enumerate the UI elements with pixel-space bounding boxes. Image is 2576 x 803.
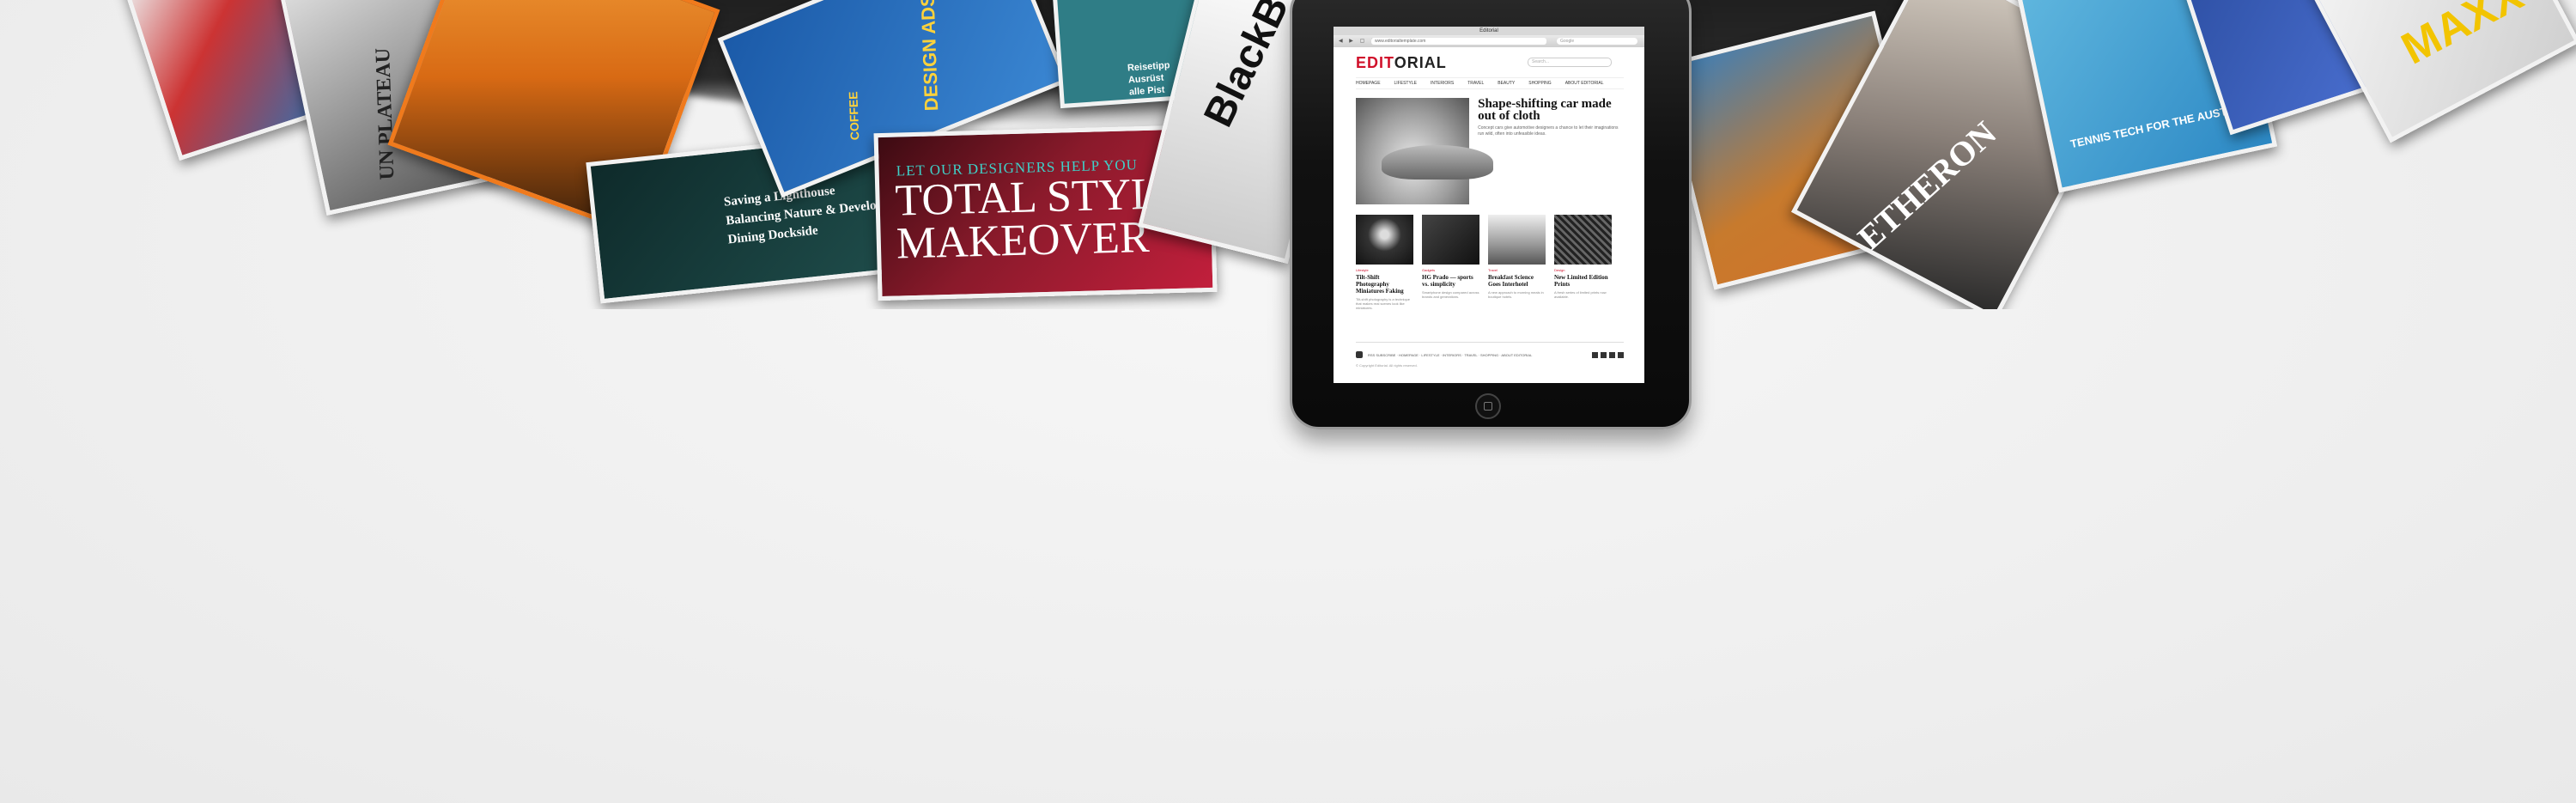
article-card[interactable]: Design New Limited Edition Prints A fres…: [1554, 215, 1612, 314]
page: { "magazines": { "plateau_line1": "UN PL…: [0, 0, 2576, 803]
tablet-screen: Editorial ◀ ▶ ▢ ↻ www.editorialtemplate.…: [1334, 27, 1644, 383]
magazine-text: MAXX: [2393, 0, 2531, 75]
article-title[interactable]: Tilt-Shift Photography Miniatures Faking: [1356, 274, 1413, 295]
article-image[interactable]: [1422, 215, 1479, 265]
magazine-text: BlackB: [1195, 0, 1298, 134]
article-image[interactable]: [1554, 215, 1612, 265]
featured-text: Shape-shifting car made out of cloth Con…: [1478, 98, 1624, 204]
article-card[interactable]: Lifestyle Tilt-Shift Photography Miniatu…: [1356, 215, 1413, 314]
magazine-text: ETHERON: [1850, 113, 2004, 258]
article-category: Gadgets: [1422, 268, 1436, 272]
article-category: Travel: [1488, 268, 1498, 272]
logo-accent: EDIT: [1356, 54, 1394, 71]
magazine-text: COFFEE: [846, 91, 862, 141]
featured-article: Shape-shifting car made out of cloth Con…: [1356, 98, 1624, 204]
magazine-text: Reisetipp: [1127, 60, 1170, 74]
browser-search-field[interactable]: Google: [1557, 38, 1637, 45]
article-excerpt: A fresh series of limited prints now ava…: [1554, 290, 1607, 299]
logo-rest: ORIAL: [1394, 54, 1447, 71]
facebook-icon[interactable]: [1592, 351, 1598, 358]
magazine-fan: UN PLATEAU Saving a Lighthouse Balancing…: [0, 0, 2576, 309]
home-button-icon[interactable]: [1475, 393, 1501, 419]
article-image[interactable]: [1356, 215, 1413, 265]
menu-item[interactable]: Homepage: [1356, 81, 1381, 86]
email-icon[interactable]: [1618, 351, 1624, 358]
article-card[interactable]: Travel Breakfast Science Goes Interhotel…: [1488, 215, 1546, 314]
url-field[interactable]: www.editorialtemplate.com: [1371, 38, 1546, 45]
menu-item[interactable]: Shopping: [1528, 81, 1551, 86]
article-excerpt: A new approach to morning meals in bouti…: [1488, 290, 1544, 299]
flickr-icon[interactable]: [1609, 351, 1615, 358]
article-grid: Lifestyle Tilt-Shift Photography Miniatu…: [1356, 215, 1624, 314]
browser-bar: ◀ ▶ ▢ ↻ www.editorialtemplate.com Google: [1334, 35, 1644, 47]
twitter-icon[interactable]: [1601, 351, 1607, 358]
footer-links[interactable]: RSS Subscribe · Homepage · Lifestyle · I…: [1368, 353, 1532, 357]
featured-title[interactable]: Shape-shifting car made out of cloth: [1478, 98, 1624, 123]
article-title[interactable]: New Limited Edition Prints: [1554, 274, 1612, 288]
featured-excerpt: Concept cars give automotive designers a…: [1478, 125, 1619, 137]
magazine-text: DESIGN ADS: [916, 0, 943, 112]
article-category: Lifestyle: [1356, 268, 1369, 272]
magazine-text: UN PLATEAU: [372, 47, 399, 180]
menu-item[interactable]: Interiors: [1431, 81, 1454, 86]
article-card[interactable]: Gadgets HG Prado — sports vs. simplicity…: [1422, 215, 1479, 314]
article-excerpt: Smartphone design compared across brands…: [1422, 290, 1479, 299]
article-category: Design: [1554, 268, 1565, 272]
status-bar: Editorial: [1334, 27, 1644, 35]
tablet-device: Editorial ◀ ▶ ▢ ↻ www.editorialtemplate.…: [1290, 0, 1692, 429]
site-menu: Homepage Lifestyle Interiors Travel Beau…: [1356, 77, 1624, 89]
copyright: © Copyright Editorial. All rights reserv…: [1356, 363, 1418, 368]
menu-item[interactable]: Travel: [1467, 81, 1484, 86]
social-icons: [1592, 351, 1624, 358]
article-title[interactable]: Breakfast Science Goes Interhotel: [1488, 274, 1546, 288]
site-search-input[interactable]: Search...: [1528, 58, 1612, 67]
website: EDITORIAL Search... Homepage Lifestyle I…: [1334, 47, 1644, 368]
menu-item[interactable]: Beauty: [1498, 81, 1515, 86]
rss-icon[interactable]: [1356, 351, 1363, 358]
magazine-text: Ausrüst: [1127, 72, 1164, 86]
magazine-text: alle Pist: [1128, 84, 1165, 98]
article-title[interactable]: HG Prado — sports vs. simplicity: [1422, 274, 1479, 288]
menu-item[interactable]: Lifestyle: [1394, 81, 1417, 86]
site-footer: RSS Subscribe · Homepage · Lifestyle · I…: [1356, 342, 1624, 358]
menu-item[interactable]: About Editorial: [1565, 81, 1604, 86]
article-excerpt: Tilt-shift photography is a technique th…: [1356, 297, 1410, 310]
featured-image[interactable]: [1356, 98, 1494, 204]
article-image[interactable]: [1488, 215, 1546, 265]
